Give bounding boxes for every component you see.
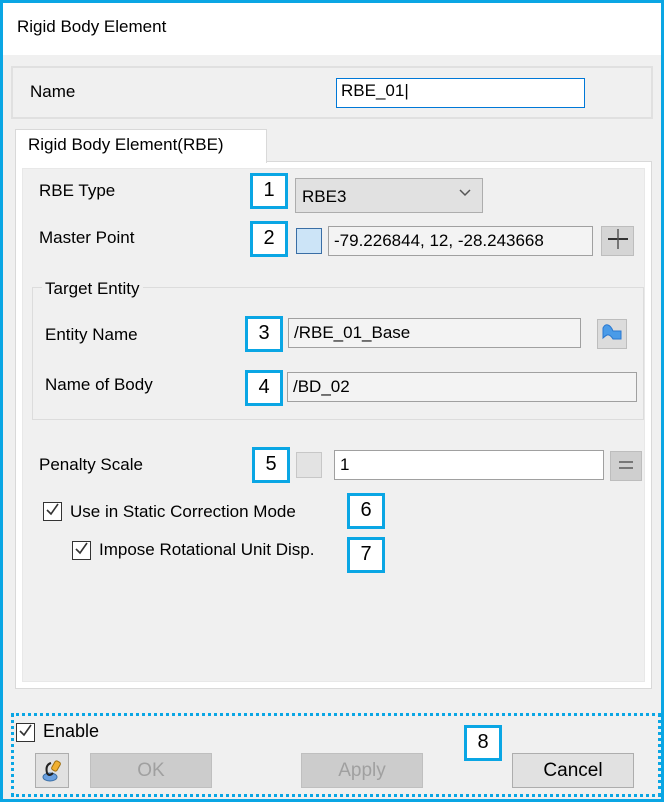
name-of-body-label: Name of Body [45, 375, 153, 394]
callout-badge-5: 5 [252, 447, 290, 483]
pin-tool-icon [41, 759, 63, 794]
entity-name-label: Entity Name [45, 325, 138, 344]
rotational-unit-disp-checkbox[interactable] [72, 541, 91, 560]
checkmark-icon [18, 723, 33, 743]
master-point-color-swatch[interactable] [296, 228, 322, 254]
callout-badge-4: 4 [245, 370, 283, 406]
master-point-input[interactable]: -79.226844, 12, -28.243668 [328, 226, 593, 256]
name-label: Name [30, 82, 76, 101]
equals-icon [617, 456, 635, 476]
name-input[interactable]: RBE_01| [336, 78, 585, 108]
static-correction-checkbox[interactable] [43, 502, 62, 521]
name-of-body-input[interactable]: /BD_02 [287, 372, 637, 402]
callout-badge-1: 1 [250, 173, 288, 209]
master-point-pick-button[interactable] [601, 226, 634, 256]
entity-name-input[interactable]: /RBE_01_Base [288, 318, 581, 348]
window-title: Rigid Body Element [17, 17, 167, 36]
penalty-scale-param-button[interactable] [610, 451, 642, 481]
tab-rbe[interactable]: Rigid Body Element(RBE) [15, 129, 267, 163]
entity-select-icon [601, 322, 623, 347]
callout-badge-2: 2 [250, 221, 288, 257]
rotational-unit-disp-label: Impose Rotational Unit Disp. [99, 540, 315, 559]
callout-badge-3: 3 [245, 316, 283, 352]
checkmark-icon [74, 541, 89, 561]
master-point-label: Master Point [39, 228, 135, 247]
chevron-down-icon [458, 185, 472, 199]
checkmark-icon [45, 502, 60, 522]
ok-button[interactable]: OK [90, 753, 212, 788]
rbe-type-select[interactable]: RBE3 [295, 178, 483, 213]
penalty-scale-swatch[interactable] [296, 452, 322, 478]
target-entity-title: Target Entity [42, 279, 143, 299]
title-bar: Rigid Body Element [3, 3, 661, 55]
callout-badge-8: 8 [464, 725, 502, 761]
rigid-body-element-dialog: Rigid Body Element Name RBE_01| Rigid Bo… [0, 0, 664, 802]
penalty-scale-label: Penalty Scale [39, 455, 143, 474]
cancel-button[interactable]: Cancel [512, 753, 634, 788]
tool-button[interactable] [35, 753, 69, 788]
callout-badge-7: 7 [347, 537, 385, 573]
penalty-scale-input[interactable]: 1 [334, 450, 604, 480]
apply-button[interactable]: Apply [301, 753, 423, 788]
enable-checkbox[interactable] [16, 723, 35, 742]
rbe-type-value: RBE3 [302, 187, 347, 206]
plus-icon [607, 228, 629, 255]
name-group: Name RBE_01| [11, 66, 653, 119]
static-correction-label: Use in Static Correction Mode [70, 502, 296, 521]
callout-badge-6: 6 [347, 493, 385, 529]
rbe-type-label: RBE Type [39, 181, 116, 200]
entity-select-button[interactable] [597, 319, 627, 349]
enable-label: Enable [43, 721, 100, 741]
